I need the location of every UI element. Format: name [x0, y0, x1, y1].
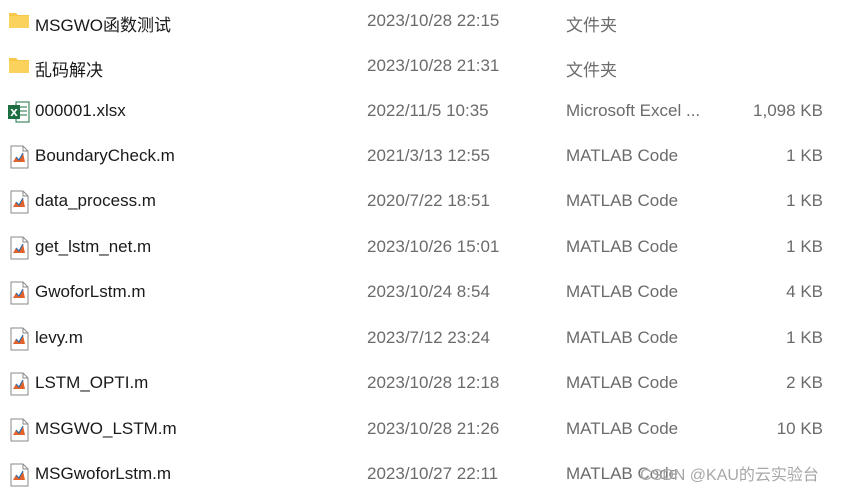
file-type: MATLAB Code [566, 328, 679, 347]
file-size: 1 KB [786, 237, 823, 256]
matlab-file-icon [8, 236, 30, 260]
file-name: MSGWO_LSTM.m [35, 419, 177, 438]
file-date-modified: 2023/10/26 15:01 [367, 237, 500, 256]
file-type: MATLAB Code [566, 146, 679, 165]
file-type: 文件夹 [566, 61, 617, 80]
file-name: BoundaryCheck.m [35, 146, 175, 165]
file-row[interactable]: data_process.m 2020/7/22 18:51 MATLAB Co… [0, 180, 865, 225]
folder-icon [8, 55, 30, 79]
file-row[interactable]: levy.m 2023/7/12 23:24 MATLAB Code 1 KB [0, 317, 865, 362]
file-row[interactable]: BoundaryCheck.m 2021/3/13 12:55 MATLAB C… [0, 135, 865, 180]
watermark: CSDN @KAU的云实验台 [640, 467, 819, 484]
file-list: MSGWO函数测试 2023/10/28 22:15 文件夹 乱码解决 2023… [0, 0, 865, 490]
file-type: 文件夹 [566, 16, 617, 35]
matlab-file-icon [8, 418, 30, 442]
file-name: 000001.xlsx [35, 101, 126, 120]
matlab-file-icon [8, 463, 30, 487]
file-name: levy.m [35, 328, 83, 347]
file-name: get_lstm_net.m [35, 237, 152, 256]
file-size: 1,098 KB [753, 101, 823, 120]
file-row[interactable]: MSGWO函数测试 2023/10/28 22:15 文件夹 [0, 0, 865, 45]
matlab-file-icon [8, 190, 30, 214]
file-date-modified: 2023/7/12 23:24 [367, 328, 490, 347]
file-size: 4 KB [786, 282, 823, 301]
file-name: GwoforLstm.m [35, 282, 146, 301]
matlab-file-icon [8, 372, 30, 396]
file-name: data_process.m [35, 191, 156, 210]
file-date-modified: 2023/10/28 22:15 [367, 11, 500, 30]
file-size: 1 KB [786, 146, 823, 165]
file-type: MATLAB Code [566, 419, 679, 438]
file-date-modified: 2023/10/27 22:11 [367, 464, 499, 483]
file-size: 1 KB [786, 328, 823, 347]
file-row[interactable]: X 000001.xlsx 2022/11/5 10:35 Microsoft … [0, 90, 865, 135]
file-date-modified: 2023/10/28 21:26 [367, 419, 500, 438]
file-size: 2 KB [786, 373, 823, 392]
file-row[interactable]: GwoforLstm.m 2023/10/24 8:54 MATLAB Code… [0, 271, 865, 316]
file-date-modified: 2023/10/28 21:31 [367, 56, 500, 75]
file-type: Microsoft Excel ... [566, 101, 701, 120]
file-date-modified: 2023/10/24 8:54 [367, 282, 490, 301]
file-row[interactable]: 乱码解决 2023/10/28 21:31 文件夹 [0, 45, 865, 90]
matlab-file-icon [8, 281, 30, 305]
file-name: LSTM_OPTI.m [35, 373, 149, 392]
file-size: 1 KB [786, 191, 823, 210]
matlab-file-icon [8, 327, 30, 351]
file-date-modified: 2023/10/28 12:18 [367, 373, 500, 392]
excel-file-icon: X [8, 100, 30, 124]
folder-icon [8, 10, 30, 34]
file-date-modified: 2021/3/13 12:55 [367, 146, 490, 165]
file-type: MATLAB Code [566, 237, 679, 256]
file-row[interactable]: MSGWO_LSTM.m 2023/10/28 21:26 MATLAB Cod… [0, 408, 865, 453]
matlab-file-icon [8, 145, 30, 169]
file-name: 乱码解决 [35, 61, 103, 80]
file-size: 10 KB [776, 419, 823, 438]
file-type: MATLAB Code [566, 282, 679, 301]
file-date-modified: 2020/7/22 18:51 [367, 191, 490, 210]
file-row[interactable]: LSTM_OPTI.m 2023/10/28 12:18 MATLAB Code… [0, 362, 865, 407]
file-type: MATLAB Code [566, 191, 679, 210]
file-row[interactable]: get_lstm_net.m 2023/10/26 15:01 MATLAB C… [0, 226, 865, 271]
file-name: MSGwoforLstm.m [35, 464, 172, 483]
file-date-modified: 2022/11/5 10:35 [367, 101, 489, 120]
svg-text:X: X [10, 108, 18, 119]
file-type: MATLAB Code [566, 373, 679, 392]
file-name: MSGWO函数测试 [35, 16, 171, 35]
